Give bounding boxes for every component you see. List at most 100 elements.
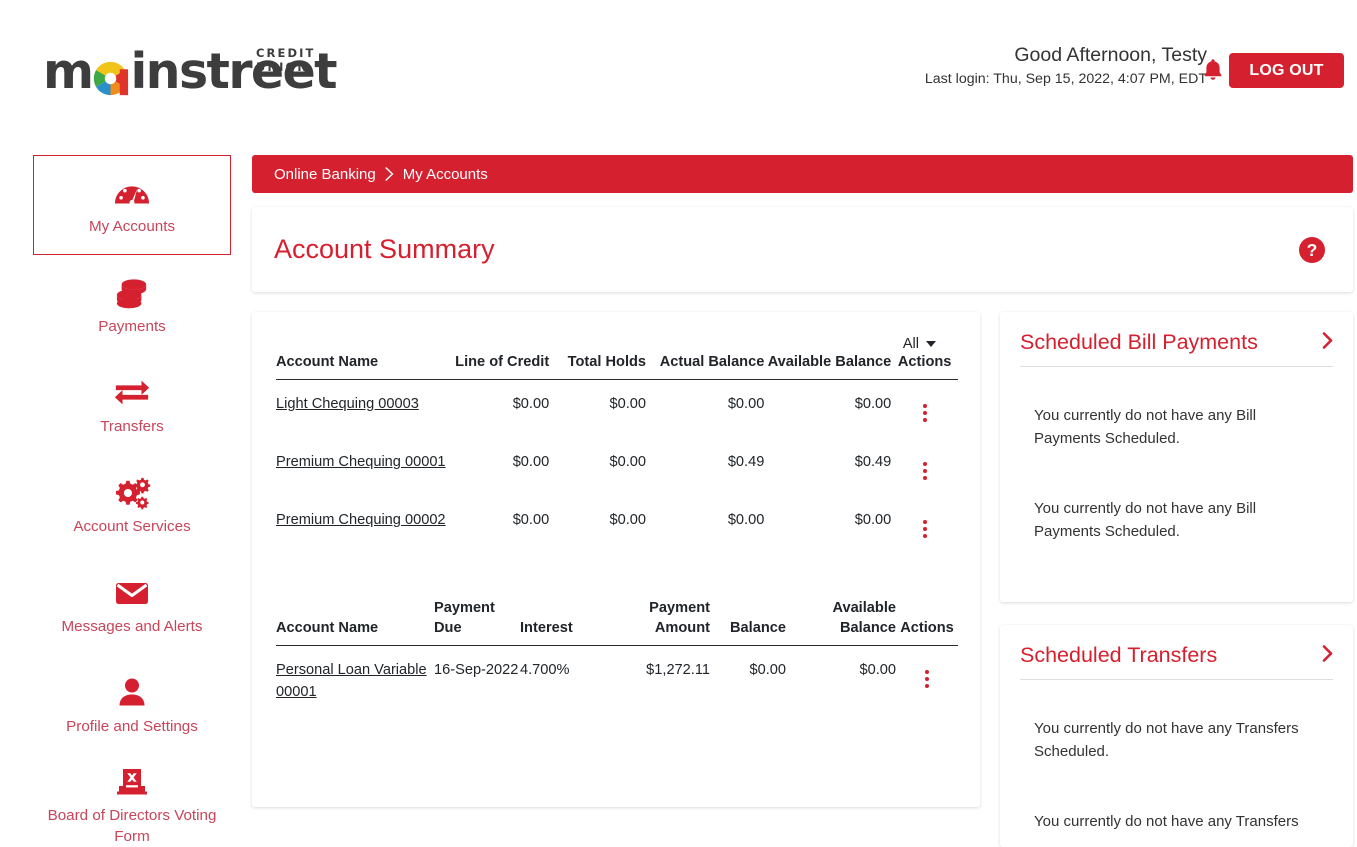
cell-available-balance: $0.00 [854, 396, 892, 413]
account-link[interactable]: Personal Loan Variable 00001 [276, 662, 427, 699]
sidebar-item-profile-and-settings[interactable]: Profile and Settings [33, 655, 231, 755]
chevron-right-icon[interactable] [1322, 645, 1333, 666]
col-interest: Interest [520, 598, 606, 647]
accounts-filter-row: All [276, 336, 958, 352]
sidebar-item-label: Board of Directors Voting Form [47, 807, 217, 845]
col-account-name: Account Name [276, 598, 434, 647]
breadcrumb-online-banking[interactable]: Online Banking [274, 166, 376, 183]
sidebar-nav: My Accounts Payments Transfers Account S… [33, 155, 231, 847]
envelope-icon [114, 573, 150, 613]
loan-accounts-table: Account Name Payment Due Interest Paymen… [276, 598, 958, 717]
svg-text:?: ? [1307, 240, 1318, 260]
account-link[interactable]: Light Chequing 00003 [276, 396, 419, 412]
table-row: Light Chequing 00003 $0.00 $0.00 $0.00 $… [276, 380, 958, 439]
cell-actual-balance: $0.00 [727, 396, 765, 413]
question-mark-circle-icon[interactable]: ? [1298, 236, 1326, 264]
app-root: m instreet CREDIT UNION Good Afternoon, … [0, 0, 1357, 847]
kebab-menu-icon[interactable] [917, 402, 933, 424]
cell-interest: 4.700% [520, 662, 570, 679]
gauge-icon [113, 173, 151, 213]
kebab-menu-icon[interactable] [917, 460, 933, 482]
chevron-right-icon[interactable] [1322, 332, 1333, 353]
cell-actual-balance: $0.49 [727, 454, 765, 471]
sidebar-item-label: Payments [98, 317, 166, 335]
transfers-empty-message-2: You currently do not have any Transfers [1034, 813, 1299, 830]
page-title: Account Summary [274, 234, 495, 264]
account-filter-dropdown[interactable]: All [903, 336, 936, 352]
col-total-holds: Total Holds [549, 352, 647, 381]
sidebar-item-label: Account Services [73, 517, 191, 535]
scheduled-bill-payments-header[interactable]: Scheduled Bill Payments [1020, 330, 1333, 367]
panel-title: Scheduled Bill Payments [1020, 330, 1258, 354]
scheduled-bill-payments-panel: Scheduled Bill Payments You currently do… [1000, 312, 1353, 602]
sidebar-item-account-services[interactable]: Account Services [33, 455, 231, 555]
col-payment-amount: Payment Amount [606, 598, 710, 647]
table-header-row: Account Name Line of Credit Total Holds … [276, 352, 958, 381]
panel-title: Scheduled Transfers [1020, 643, 1218, 667]
bill-payments-empty-message-1: You currently do not have any Bill Payme… [1034, 407, 1257, 447]
col-actual-balance: Actual Balance [646, 352, 765, 381]
sidebar-item-my-accounts[interactable]: My Accounts [33, 155, 231, 255]
cell-total-holds: $0.00 [609, 454, 647, 471]
ballot-box-icon [115, 762, 149, 802]
cell-line-of-credit: $0.00 [512, 454, 550, 471]
account-link[interactable]: Premium Chequing 00002 [276, 512, 446, 528]
cell-available-balance: $0.49 [854, 454, 892, 471]
sidebar-item-board-of-directors-voting-form[interactable]: Board of Directors Voting Form [33, 755, 231, 847]
sidebar-item-messages-and-alerts[interactable]: Messages and Alerts [33, 555, 231, 655]
col-line-of-credit: Line of Credit [445, 352, 550, 381]
user-icon [116, 673, 148, 713]
account-link[interactable]: Premium Chequing 00001 [276, 454, 446, 470]
bill-payments-empty-message-2: You currently do not have any Bill Payme… [1034, 500, 1257, 540]
scheduled-transfers-panel: Scheduled Transfers You currently do not… [1000, 625, 1353, 847]
brand-logo[interactable]: m instreet CREDIT UNION [43, 40, 338, 100]
cell-available-balance: $0.00 [859, 662, 896, 679]
transfers-empty-message-1: You currently do not have any Transfers … [1034, 720, 1299, 760]
last-login-text: Last login: Thu, Sep 15, 2022, 4:07 PM, … [924, 71, 1207, 88]
bell-icon[interactable] [1202, 57, 1224, 81]
col-account-name: Account Name [276, 352, 446, 381]
logo-tagline: CREDIT UNION [256, 46, 316, 74]
gears-icon [113, 473, 151, 513]
sidebar-item-transfers[interactable]: Transfers [33, 355, 231, 455]
cell-actual-balance: $0.00 [727, 512, 765, 529]
cell-payment-due: 16-Sep-2022 [434, 662, 519, 679]
cell-total-holds: $0.00 [609, 512, 647, 529]
chevron-down-icon [926, 341, 936, 347]
table-row: Premium Chequing 00002 $0.00 $0.00 $0.00… [276, 496, 958, 554]
table-row: Personal Loan Variable 00001 16-Sep-2022… [276, 646, 958, 717]
cell-balance: $0.00 [749, 662, 786, 679]
cell-line-of-credit: $0.00 [512, 512, 550, 529]
logo-text-m: m [43, 43, 94, 100]
page-header: m instreet CREDIT UNION Good Afternoon, … [0, 0, 1357, 124]
sidebar-item-label: Profile and Settings [66, 717, 198, 735]
cell-available-balance: $0.00 [854, 512, 892, 529]
greeting-text: Good Afternoon, Testy [1014, 44, 1207, 66]
sidebar-item-payments[interactable]: Payments [33, 255, 231, 355]
cell-payment-amount: $1,272.11 [646, 662, 710, 679]
account-filter-value: All [902, 336, 919, 352]
col-actions: Actions [891, 352, 958, 381]
coins-icon [113, 273, 151, 313]
sidebar-item-label: My Accounts [88, 217, 176, 235]
user-greeting-block: Good Afternoon, Testy Last login: Thu, S… [925, 44, 1207, 87]
kebab-menu-icon[interactable] [917, 518, 933, 540]
table-spacer [276, 554, 958, 598]
chevron-right-icon [385, 167, 394, 181]
sidebar-item-label: Messages and Alerts [61, 617, 203, 635]
col-available-balance: Available Balance [764, 352, 892, 381]
logo-pinwheel-icon [92, 60, 129, 97]
kebab-menu-icon[interactable] [919, 668, 935, 690]
deposit-accounts-table: Account Name Line of Credit Total Holds … [276, 352, 958, 554]
table-row: Premium Chequing 00001 $0.00 $0.00 $0.49… [276, 438, 958, 496]
cell-total-holds: $0.00 [609, 396, 647, 413]
sidebar-item-label: Transfers [100, 417, 164, 435]
logout-button[interactable]: LOG OUT [1229, 53, 1344, 88]
page-title-card: Account Summary ? [252, 207, 1353, 292]
scheduled-transfers-header[interactable]: Scheduled Transfers [1020, 643, 1333, 680]
col-available-balance: Available Balance [786, 598, 896, 647]
breadcrumb-my-accounts[interactable]: My Accounts [403, 166, 488, 183]
col-actions: Actions [896, 598, 958, 647]
col-payment-due: Payment Due [434, 598, 520, 647]
cell-line-of-credit: $0.00 [512, 396, 550, 413]
